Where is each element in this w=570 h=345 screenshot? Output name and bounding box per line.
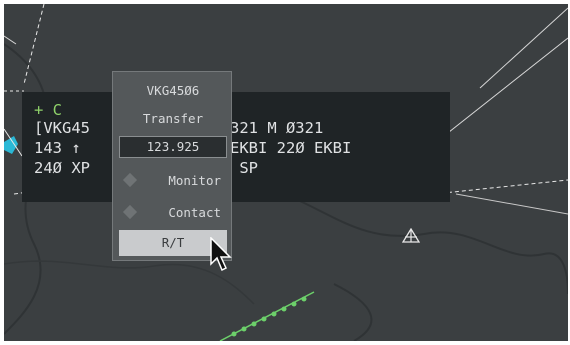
label-status-line: + C xyxy=(34,101,62,119)
monitor-label: Monitor xyxy=(168,173,221,188)
triangle-symbol-icon xyxy=(402,228,420,243)
radar-display[interactable]: + C [VKG45 A321 M Ø321 143 ↑ 7 EKBI 22Ø … xyxy=(4,4,568,341)
diamond-icon xyxy=(122,172,138,188)
airway-line xyxy=(4,35,17,45)
monitor-option[interactable]: Monitor xyxy=(119,170,227,192)
menu-callsign: VKG45Ø6 xyxy=(146,83,200,98)
aircraft-data-label[interactable]: + C [VKG45 A321 M Ø321 143 ↑ 7 EKBI 22Ø … xyxy=(22,92,450,202)
contact-label: Contact xyxy=(168,205,221,220)
menu-transfer-header: Transfer xyxy=(142,111,204,126)
mouse-cursor-icon xyxy=(210,237,232,272)
airway-line xyxy=(455,193,568,215)
airway-dashed-line xyxy=(433,179,568,195)
diamond-icon xyxy=(122,204,138,220)
contact-option[interactable]: Contact xyxy=(119,202,227,224)
aircraft-symbol-icon[interactable] xyxy=(4,128,23,157)
map-contour xyxy=(283,193,568,295)
airway-line xyxy=(443,37,568,137)
aircraft-track xyxy=(219,291,315,341)
map-contour xyxy=(333,283,373,341)
context-menu: VKG45Ø6 Transfer 123.925 Monitor Contact… xyxy=(112,71,232,261)
frequency-field[interactable]: 123.925 xyxy=(119,136,227,158)
